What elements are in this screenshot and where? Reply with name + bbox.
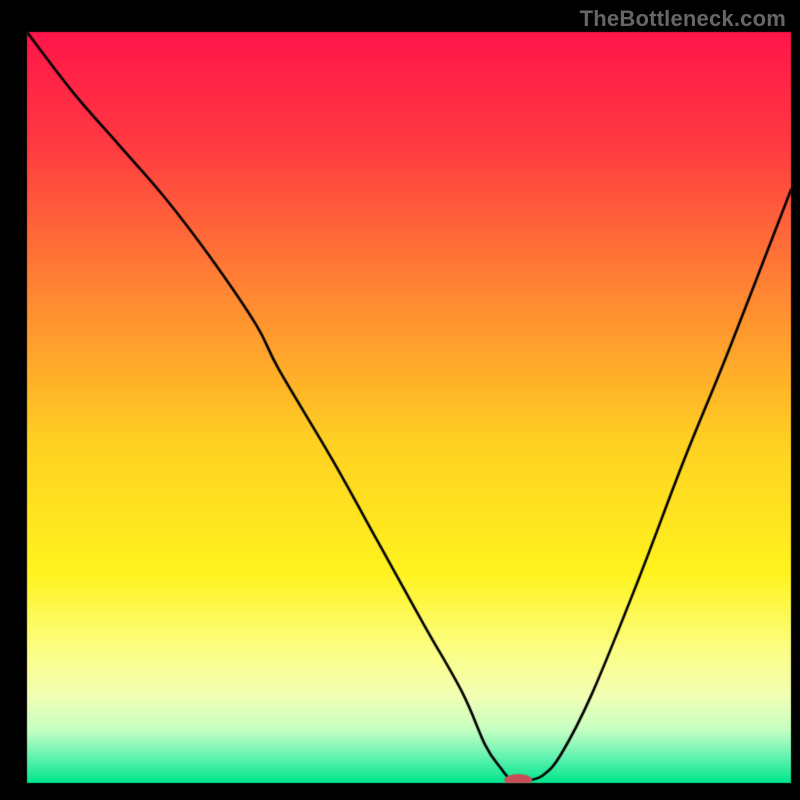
watermark-text: TheBottleneck.com [580, 6, 786, 32]
chart-container: TheBottleneck.com [0, 0, 800, 800]
chart-curve-canvas [0, 0, 800, 800]
